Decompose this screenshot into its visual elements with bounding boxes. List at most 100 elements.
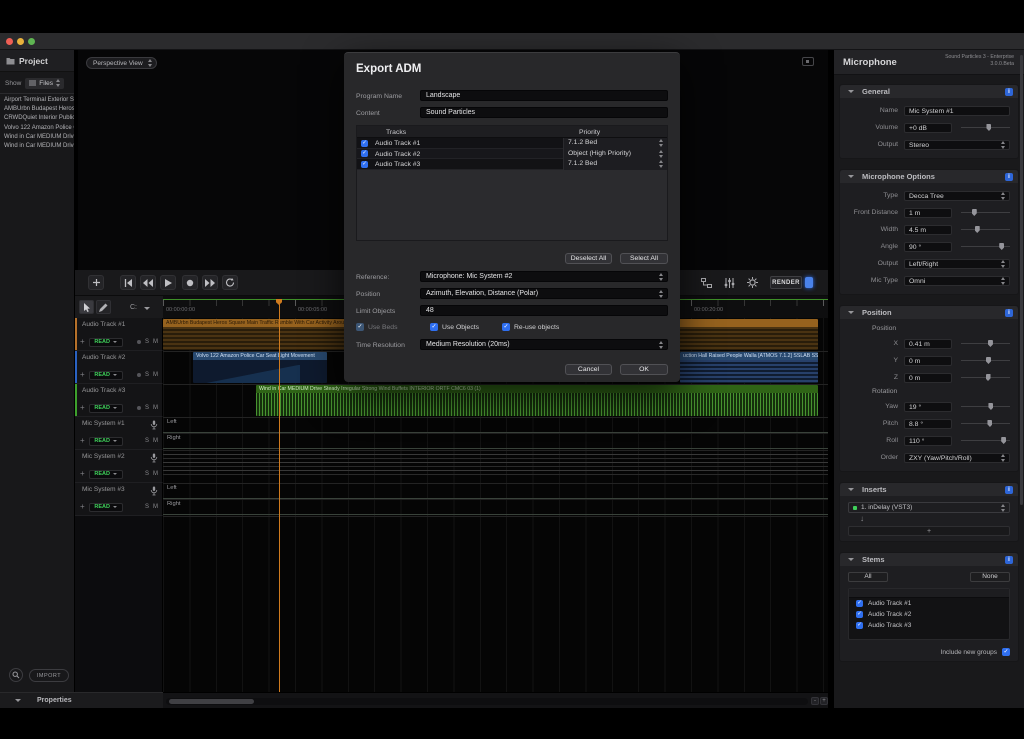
track-add-button[interactable]: +	[80, 404, 85, 412]
slider-knob[interactable]	[1001, 437, 1007, 444]
pencil-tool-button[interactable]	[96, 300, 111, 314]
solo-button[interactable]: S	[145, 405, 149, 411]
volume-field[interactable]: +0 dB	[904, 122, 952, 133]
angle-slider[interactable]	[961, 243, 1010, 250]
record-arm-button[interactable]	[136, 340, 141, 344]
pitch-slider[interactable]	[961, 420, 1010, 427]
stems-all-button[interactable]: All	[848, 572, 888, 582]
routing-icon[interactable]	[701, 277, 712, 288]
zoom-out-button[interactable]: -	[811, 697, 819, 705]
info-icon[interactable]	[1005, 87, 1013, 96]
reuse-objects-checkbox-row[interactable]: Re-use objects	[502, 323, 559, 331]
slider-knob[interactable]	[974, 226, 980, 233]
properties-bar[interactable]: Properties	[0, 692, 163, 708]
info-icon[interactable]	[1005, 172, 1013, 181]
pitch-field[interactable]: 8.8 °	[904, 418, 952, 429]
stems-none-button[interactable]: None	[970, 572, 1010, 582]
automation-mode-dropdown[interactable]: READ	[88, 337, 123, 347]
render-button[interactable]: RENDER	[770, 276, 802, 289]
track-add-button[interactable]: +	[80, 470, 85, 478]
file-list-item[interactable]: Volvo 122 Amazon Police C	[0, 124, 74, 133]
section-inserts-header[interactable]: Inserts	[840, 483, 1018, 496]
stem-row[interactable]: Audio Track #2	[849, 609, 1009, 620]
name-field[interactable]: Mic System #1	[904, 105, 1010, 116]
playhead-line[interactable]	[279, 299, 280, 692]
limit-objects-input[interactable]: 48	[420, 305, 668, 316]
window-zoom-button[interactable]	[28, 38, 35, 45]
add-track-button[interactable]	[88, 275, 104, 290]
mute-button[interactable]: M	[153, 372, 158, 378]
track-header-audio-2[interactable]: Audio Track #2 + READ S M	[75, 351, 163, 384]
mute-button[interactable]: M	[153, 405, 158, 411]
x-field[interactable]: 0.41 m	[904, 338, 952, 349]
file-list-item[interactable]: Wind in Car MEDIUM Drive	[0, 142, 74, 151]
priority-dropdown[interactable]: 7.1.2 Bed	[563, 138, 667, 149]
reference-dropdown[interactable]: Microphone: Mic System #2	[420, 271, 668, 282]
automation-mode-dropdown[interactable]: READ	[88, 436, 123, 446]
cancel-button[interactable]: Cancel	[565, 364, 612, 375]
zoom-in-button[interactable]: +	[820, 697, 828, 705]
section-stems-header[interactable]: Stems	[840, 553, 1018, 566]
mic-output-dropdown[interactable]: Left/Right	[904, 258, 1010, 269]
mixer-icon[interactable]	[724, 277, 735, 288]
width-field[interactable]: 4.5 m	[904, 224, 952, 235]
track-add-button[interactable]: +	[80, 437, 85, 445]
width-slider[interactable]	[961, 226, 1010, 233]
add-insert-button[interactable]: +	[848, 526, 1010, 536]
use-beds-checkbox[interactable]	[356, 323, 364, 331]
automation-mode-dropdown[interactable]: READ	[88, 469, 123, 479]
z-slider[interactable]	[961, 374, 1010, 381]
track-checkbox[interactable]	[361, 150, 368, 157]
track-checkbox[interactable]	[361, 139, 368, 147]
slider-knob[interactable]	[987, 420, 993, 427]
y-slider[interactable]	[961, 357, 1010, 364]
stem-row[interactable]: Audio Track #3	[849, 620, 1009, 631]
deselect-all-button[interactable]: Deselect All	[565, 253, 612, 264]
snap-mode-label[interactable]: C:	[130, 304, 137, 311]
mute-button[interactable]: M	[153, 471, 158, 477]
record-button[interactable]	[182, 275, 198, 290]
solo-button[interactable]: S	[145, 372, 149, 378]
track-header-audio-1[interactable]: Audio Track #1 + READ S M	[75, 318, 163, 351]
reuse-objects-checkbox[interactable]	[502, 323, 510, 331]
time-resolution-dropdown[interactable]: Medium Resolution (20ms)	[420, 339, 668, 350]
ok-button[interactable]: OK	[620, 364, 668, 375]
content-input[interactable]: Sound Particles	[420, 107, 668, 118]
roll-slider[interactable]	[961, 437, 1010, 444]
info-icon[interactable]	[1005, 485, 1013, 494]
view-mode-dropdown[interactable]: Perspective View	[86, 57, 157, 69]
type-dropdown[interactable]: Decca Tree	[904, 190, 1010, 201]
automation-mode-dropdown[interactable]: READ	[88, 403, 123, 413]
slider-knob[interactable]	[999, 243, 1005, 250]
automation-mode-dropdown[interactable]: READ	[88, 502, 123, 512]
table-row[interactable]: Audio Track #1 7.1.2 Bed	[357, 138, 667, 149]
file-list-item[interactable]: CRWDQuiet Interior Public A	[0, 114, 74, 123]
search-button[interactable]	[9, 668, 23, 682]
table-row[interactable]: Audio Track #2 Object (High Priority)	[357, 148, 667, 159]
slider-knob[interactable]	[985, 374, 991, 381]
section-position-header[interactable]: Position	[840, 306, 1018, 319]
automation-mode-dropdown[interactable]: READ	[88, 370, 123, 380]
section-microphone-options-header[interactable]: Microphone Options	[840, 170, 1018, 183]
slider-knob[interactable]	[988, 403, 994, 410]
angle-field[interactable]: 90 °	[904, 241, 952, 252]
table-row[interactable]: Audio Track #3 7.1.2 Bed	[357, 159, 667, 170]
track-checkbox[interactable]	[361, 160, 368, 168]
window-close-button[interactable]	[6, 38, 13, 45]
import-button[interactable]: IMPORT	[29, 669, 69, 682]
stem-checkbox[interactable]	[856, 622, 863, 629]
use-objects-checkbox-row[interactable]: Use Objects	[430, 323, 479, 331]
track-header-mic-3[interactable]: Mic System #3 + READ S M	[75, 483, 163, 516]
x-slider[interactable]	[961, 340, 1010, 347]
info-icon[interactable]	[1005, 555, 1013, 564]
skip-start-button[interactable]	[120, 275, 136, 290]
y-field[interactable]: 0 m	[904, 355, 952, 366]
stem-checkbox[interactable]	[856, 600, 863, 607]
solo-button[interactable]: S	[145, 504, 149, 510]
file-list-item[interactable]: AMBUrbn Budapest Heros S	[0, 105, 74, 114]
front-distance-field[interactable]: 1 m	[904, 207, 952, 218]
viewport-snapshot-icon[interactable]	[802, 57, 814, 66]
fast-forward-button[interactable]	[202, 275, 218, 290]
stem-checkbox[interactable]	[856, 611, 863, 618]
mute-button[interactable]: M	[153, 339, 158, 345]
